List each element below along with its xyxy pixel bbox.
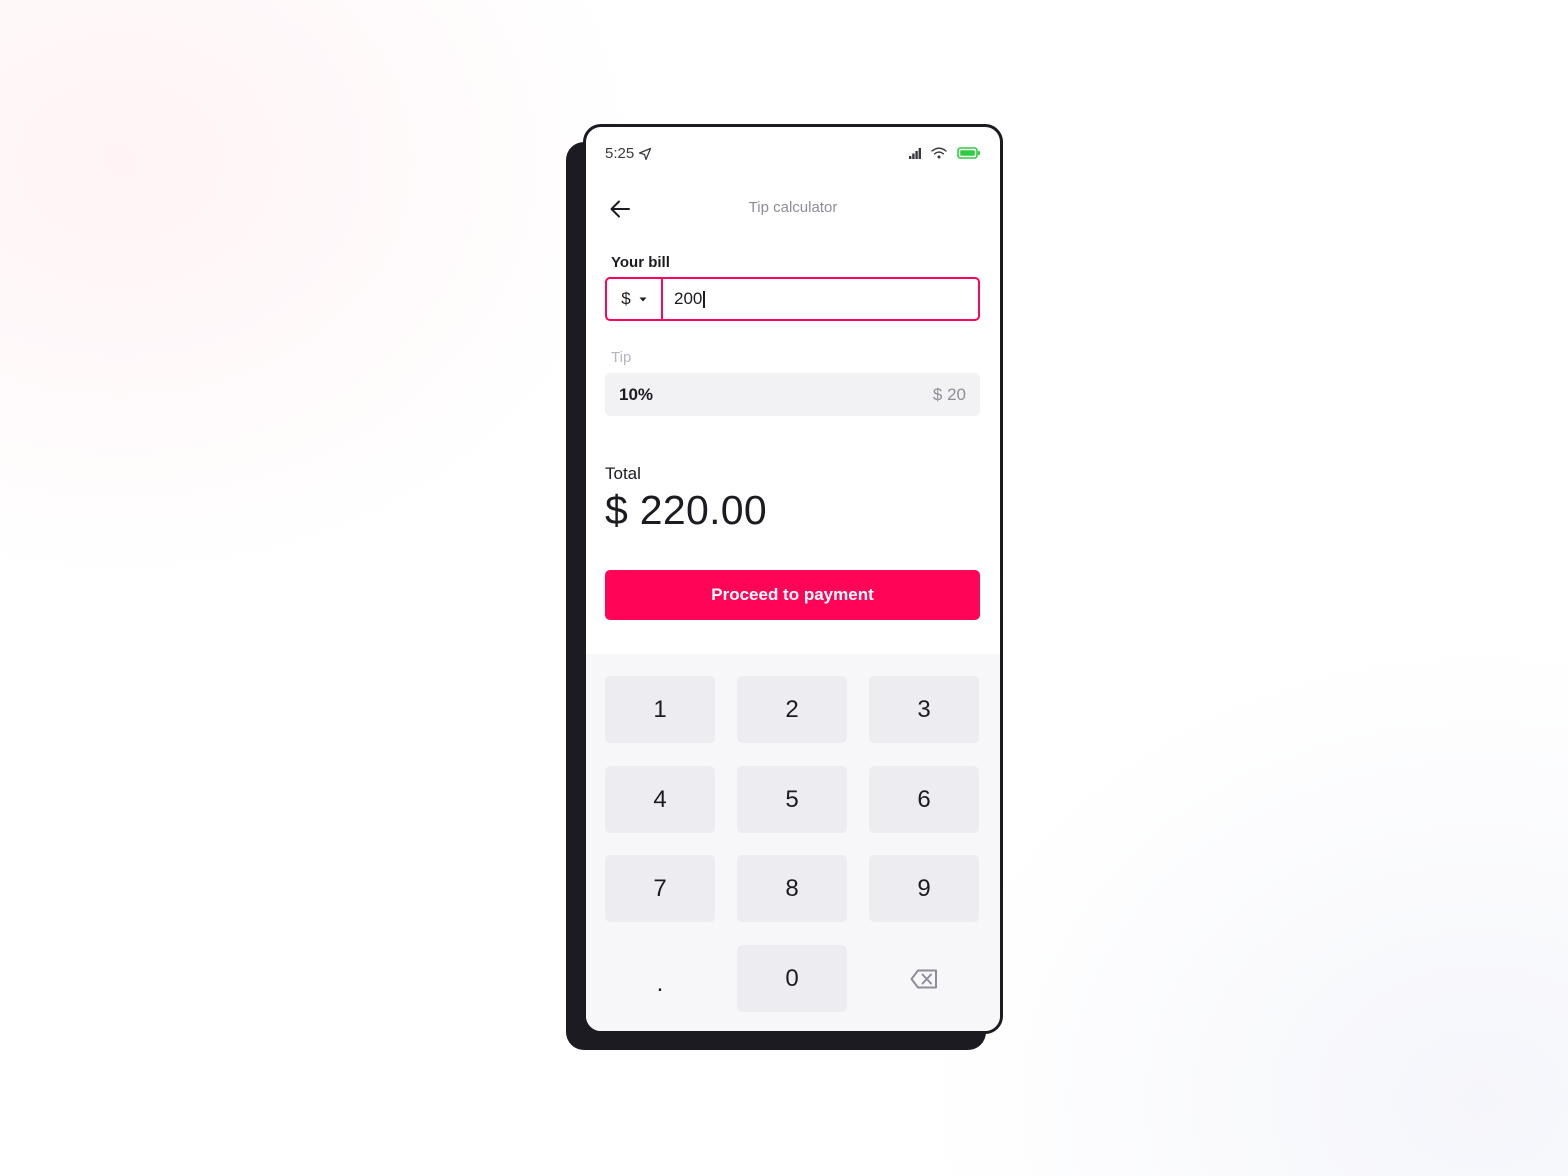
- key-7[interactable]: 7: [605, 855, 715, 922]
- backspace-key[interactable]: [869, 945, 979, 1012]
- tip-percent: 10%: [619, 384, 654, 404]
- key-4[interactable]: 4: [605, 766, 715, 833]
- bill-field: $ 200: [605, 277, 980, 321]
- key-9[interactable]: 9: [869, 855, 979, 922]
- bill-input-value: 200: [674, 289, 703, 308]
- page-title: Tip calculator: [748, 199, 838, 216]
- key-decimal[interactable]: .: [605, 945, 715, 1012]
- tip-label: Tip: [611, 349, 632, 366]
- proceed-to-payment-button[interactable]: Proceed to payment: [605, 570, 980, 620]
- text-caret: [703, 290, 705, 308]
- status-bar: 5:25: [586, 127, 1000, 185]
- status-time: 5:25: [605, 145, 635, 162]
- bill-input[interactable]: 200: [663, 279, 978, 319]
- location-arrow-icon: [639, 147, 652, 160]
- total-label: Total: [605, 464, 641, 483]
- status-icons: [909, 147, 981, 159]
- key-0[interactable]: 0: [737, 945, 847, 1012]
- tip-select[interactable]: 10% $ 20: [605, 373, 980, 416]
- key-5[interactable]: 5: [737, 766, 847, 833]
- bill-label: Your bill: [611, 254, 670, 271]
- status-time-group: 5:25: [605, 145, 652, 162]
- caret-down-icon: [639, 297, 647, 301]
- key-6[interactable]: 6: [869, 766, 979, 833]
- total-value: $ 220.00: [605, 487, 767, 533]
- wifi-icon: [931, 147, 947, 159]
- nav-bar: Tip calculator: [586, 185, 1000, 235]
- key-2[interactable]: 2: [737, 676, 847, 743]
- battery-icon: [957, 147, 980, 159]
- key-3[interactable]: 3: [869, 676, 979, 743]
- cellular-signal-icon: [909, 147, 921, 159]
- key-8[interactable]: 8: [737, 855, 847, 922]
- phone-screen: 5:25 Tip calculator Your bill $ 200 Tip …: [583, 124, 1003, 1034]
- backspace-icon: [910, 969, 937, 988]
- currency-select[interactable]: $: [607, 279, 663, 319]
- tip-amount: $ 20: [932, 384, 966, 404]
- numeric-keypad: 1 2 3 4 5 6 7 8 9 . 0: [586, 654, 1000, 1031]
- currency-value: $: [621, 289, 631, 308]
- key-1[interactable]: 1: [605, 676, 715, 743]
